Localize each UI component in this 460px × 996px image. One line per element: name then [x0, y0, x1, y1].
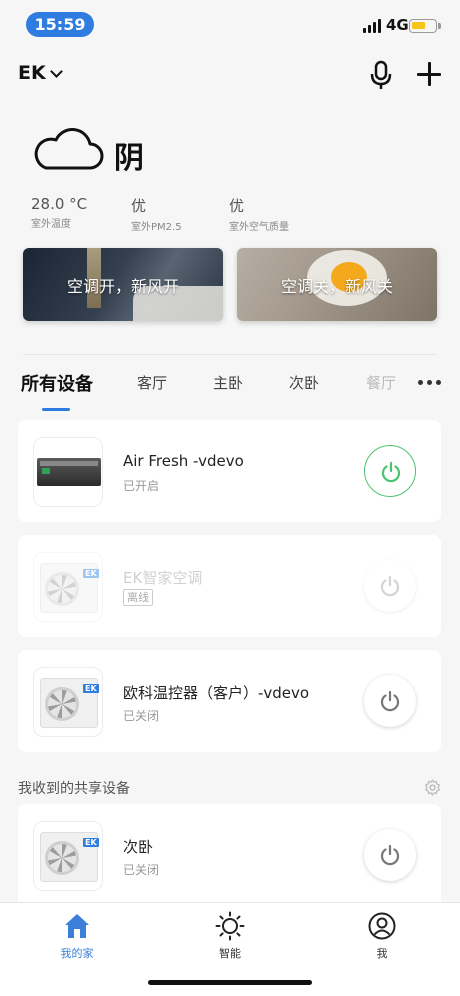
device-card[interactable]: EK 次卧 已关闭	[18, 804, 441, 902]
home-name: EK	[18, 62, 46, 84]
power-icon	[380, 575, 400, 597]
device-image: EK	[33, 552, 103, 622]
device-card[interactable]: EK 欧科温控器（客户）-vdevo 已关闭	[18, 650, 441, 752]
chevron-down-icon	[49, 64, 63, 78]
scene-label: 空调开，新风开	[66, 277, 179, 296]
device-card[interactable]: EK EK智家空调 离线	[18, 535, 441, 637]
divider	[23, 354, 437, 355]
stat-label: 室外PM2.5	[131, 222, 182, 233]
device-name: EK智家空调	[123, 569, 203, 587]
nav-smart[interactable]: 智能	[190, 911, 270, 961]
stat-value: 优	[229, 197, 245, 215]
nav-me[interactable]: 我	[342, 911, 422, 961]
power-button[interactable]	[364, 829, 416, 881]
scene-card-off[interactable]: 空调关，新风关	[237, 248, 437, 321]
device-name: 次卧	[123, 838, 154, 856]
device-image: EK	[33, 821, 103, 891]
power-icon	[380, 844, 400, 866]
nav-label: 智能	[219, 947, 241, 960]
stat-value: 28.0 °C	[31, 195, 88, 213]
nav-my-home[interactable]: 我的家	[37, 911, 117, 961]
device-name: 欧科温控器（客户）-vdevo	[123, 684, 310, 702]
home-icon	[65, 914, 89, 938]
tab-master-bedroom[interactable]: 主卧	[213, 372, 243, 393]
status-time: 15:59	[26, 12, 94, 37]
nav-label: 我	[376, 947, 388, 960]
device-image: EK	[33, 667, 103, 737]
battery-icon	[409, 19, 441, 33]
tab-all-devices[interactable]: 所有设备	[21, 370, 93, 396]
shared-devices-title: 我收到的共享设备	[18, 781, 130, 797]
stat-value: 优	[131, 197, 147, 215]
weather-condition: 阴	[114, 141, 144, 176]
tab-second-bedroom[interactable]: 次卧	[289, 372, 319, 393]
scene-label: 空调关，新风关	[280, 277, 393, 296]
home-switcher[interactable]: EK	[18, 62, 63, 84]
nav-label: 我的家	[60, 947, 94, 960]
stat-label: 室外温度	[31, 219, 71, 230]
power-button[interactable]	[364, 445, 416, 497]
profile-icon	[368, 912, 396, 940]
cloud-icon	[30, 128, 106, 172]
device-status: 已关闭	[123, 709, 160, 723]
power-button[interactable]	[364, 675, 416, 727]
power-button[interactable]	[364, 560, 416, 612]
device-status: 已开启	[123, 479, 160, 493]
device-image	[33, 437, 103, 507]
network-label: 4G	[386, 16, 409, 34]
power-icon	[380, 690, 400, 712]
sun-icon	[215, 911, 245, 941]
gear-icon[interactable]	[424, 779, 441, 796]
status-bar: 15:59 4G	[0, 0, 460, 46]
plus-icon[interactable]	[417, 62, 441, 86]
signal-icon	[363, 19, 383, 33]
home-indicator	[148, 980, 312, 985]
power-icon	[381, 461, 401, 483]
tab-indicator	[42, 408, 70, 411]
outdoor-temperature: 28.0 °C 室外温度	[31, 195, 87, 230]
device-status: 已关闭	[123, 863, 160, 877]
more-icon[interactable]	[418, 380, 442, 386]
device-card[interactable]: Air Fresh -vdevo 已开启	[18, 420, 441, 522]
tab-living-room[interactable]: 客厅	[137, 372, 167, 393]
offline-badge: 离线	[123, 589, 153, 606]
stat-label: 室外空气质量	[229, 222, 289, 233]
tab-dining-room[interactable]: 餐厅	[366, 372, 396, 393]
mic-icon[interactable]	[368, 60, 394, 90]
scene-card-on[interactable]: 空调开，新风开	[23, 248, 223, 321]
outdoor-air-quality: 优 室外空气质量	[229, 195, 289, 233]
outdoor-pm25: 优 室外PM2.5	[131, 195, 182, 233]
device-name: Air Fresh -vdevo	[123, 452, 244, 470]
